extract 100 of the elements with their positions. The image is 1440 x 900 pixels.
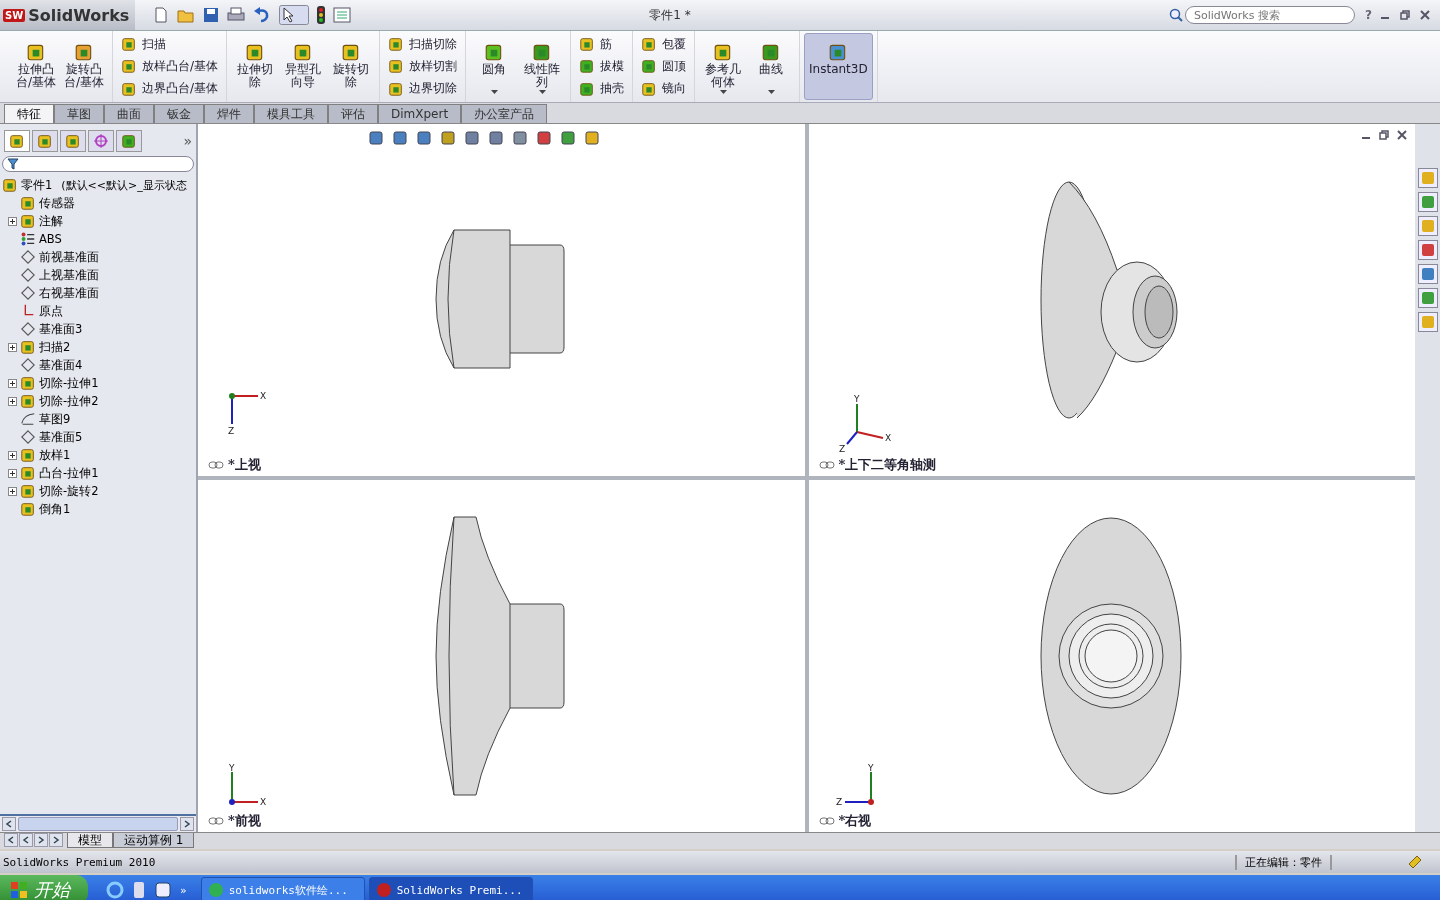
model-tab[interactable]: 模型	[67, 833, 113, 848]
tree-item[interactable]: 基准面4	[39, 357, 83, 373]
task-pane-tab[interactable]	[1417, 264, 1438, 284]
more-button[interactable]: »	[180, 883, 187, 897]
task-pane-tab[interactable]	[1417, 216, 1438, 236]
caret-icon[interactable]	[490, 90, 498, 94]
taskbar-button[interactable]: solidworks软件绘...	[200, 877, 365, 900]
property-tab[interactable]	[32, 130, 58, 152]
tree-item[interactable]: 前视基准面	[39, 249, 99, 265]
target-tab[interactable]	[88, 130, 114, 152]
tree-item[interactable]: 传感器	[39, 195, 75, 211]
appearance-tab[interactable]	[116, 130, 142, 152]
view-tool-icon[interactable]	[488, 130, 504, 146]
ribbon-button[interactable]: 曲线	[747, 33, 796, 100]
command-tab[interactable]: 曲面	[104, 104, 154, 123]
tree-item[interactable]: 草图9	[39, 411, 71, 427]
view-tool-icon[interactable]	[440, 130, 456, 146]
traffic-light-icon[interactable]	[317, 6, 325, 24]
restore-icon[interactable]	[1400, 10, 1410, 20]
ribbon-button[interactable]: 扫描切除	[384, 35, 462, 53]
expand-icon[interactable]	[8, 342, 17, 352]
new-document-icon[interactable]	[153, 7, 169, 23]
close-icon[interactable]	[1420, 10, 1430, 20]
ribbon-button[interactable]: 镜向	[637, 80, 691, 98]
caret-icon[interactable]	[719, 90, 727, 94]
nav-button[interactable]	[19, 833, 33, 847]
ribbon-button[interactable]: 线性阵列	[518, 33, 567, 100]
caret-icon[interactable]	[538, 90, 546, 94]
view-tool-icon[interactable]	[392, 130, 408, 146]
command-tab[interactable]: 焊件	[204, 104, 254, 123]
ribbon-button[interactable]: 抽壳	[575, 80, 629, 98]
expand-icon[interactable]	[8, 468, 17, 478]
view-tool-icon[interactable]	[512, 130, 528, 146]
ribbon-button[interactable]: 放样切割	[384, 58, 462, 75]
command-tab[interactable]: 特征	[4, 104, 54, 123]
nav-button[interactable]	[34, 833, 48, 847]
tree-item[interactable]: 凸台-拉伸1	[39, 465, 99, 481]
tree-item[interactable]: 切除-拉伸1	[39, 375, 99, 391]
ribbon-button[interactable]: 旋转凸台/基体	[60, 33, 108, 100]
ribbon-button[interactable]: 放样凸台/基体	[117, 58, 223, 75]
tree-item[interactable]: 切除-旋转2	[39, 483, 99, 499]
ribbon-button[interactable]: 圆顶	[637, 58, 691, 75]
task-pane-tab[interactable]	[1417, 168, 1438, 188]
filter-field[interactable]	[2, 156, 194, 172]
caret-icon[interactable]	[767, 90, 775, 94]
tree-item[interactable]: 右视基准面	[39, 285, 99, 301]
more-button[interactable]: »	[183, 133, 192, 149]
view-tool-icon[interactable]	[584, 130, 600, 146]
tree-item[interactable]: 注解	[39, 213, 63, 229]
expand-icon[interactable]	[8, 216, 17, 226]
search-field[interactable]: SolidWorks 搜索	[1185, 6, 1356, 24]
tree-item[interactable]: 切除-拉伸2	[39, 393, 99, 409]
command-tab[interactable]: 办公室产品	[461, 104, 548, 123]
ribbon-button[interactable]: 拉伸切除	[231, 33, 280, 100]
ribbon-button[interactable]: 圆角	[470, 33, 519, 100]
tag-icon[interactable]	[1407, 854, 1423, 870]
tree-item[interactable]: 基准面3	[39, 321, 83, 337]
view-tool-icon[interactable]	[560, 130, 576, 146]
view-tool-icon[interactable]	[416, 130, 432, 146]
tree-item[interactable]: 零件1	[21, 177, 53, 193]
tree-item[interactable]: 扫描2	[39, 339, 71, 355]
ribbon-button[interactable]: 扫描	[117, 35, 223, 53]
ribbon-button[interactable]: 拔模	[575, 58, 629, 75]
view-tool-icon[interactable]	[536, 130, 552, 146]
scrollbar-thumb[interactable]	[18, 817, 178, 831]
restore-icon[interactable]	[1379, 130, 1389, 140]
save-icon[interactable]	[203, 7, 219, 23]
task-pane-tab[interactable]	[1417, 240, 1438, 260]
nav-button[interactable]	[49, 833, 63, 847]
close-icon[interactable]	[1397, 130, 1407, 140]
scroll-left-button[interactable]	[2, 817, 16, 831]
ribbon-button[interactable]: 边界凸台/基体	[117, 80, 223, 98]
expand-icon[interactable]	[8, 450, 17, 460]
task-pane-tab[interactable]	[1417, 288, 1438, 308]
ribbon-button[interactable]: 筋	[575, 35, 629, 53]
pointer-icon[interactable]	[279, 5, 309, 25]
taskbar-button[interactable]: SolidWorks Premi...	[368, 877, 533, 900]
tree-item[interactable]: 原点	[39, 303, 63, 319]
command-tab[interactable]: 钣金	[154, 104, 204, 123]
feature-tree-tab[interactable]	[4, 130, 30, 152]
task-pane-tab[interactable]	[1417, 192, 1438, 212]
tree-item[interactable]: 倒角1	[39, 501, 71, 517]
tree-item[interactable]: 基准面5	[39, 429, 83, 445]
help-button[interactable]: ?	[1365, 8, 1372, 22]
ribbon-button[interactable]: 旋转切除	[327, 33, 376, 100]
list-icon[interactable]	[333, 7, 351, 23]
command-tab[interactable]: 评估	[328, 104, 378, 123]
expand-icon[interactable]	[8, 396, 17, 406]
tree-item[interactable]: ABS	[39, 232, 62, 246]
folder-icon[interactable]	[177, 7, 195, 23]
ribbon-button[interactable]: 拉伸凸台/基体	[12, 33, 60, 100]
expand-icon[interactable]	[8, 378, 17, 388]
ribbon-button[interactable]: 包覆	[637, 35, 691, 53]
nav-button[interactable]	[4, 833, 18, 847]
command-tab[interactable]: 模具工具	[254, 104, 328, 123]
tree-item[interactable]: 放样1	[39, 447, 71, 463]
ribbon-button[interactable]: 异型孔向导	[279, 33, 328, 100]
scroll-right-button[interactable]	[180, 817, 194, 831]
ribbon-button[interactable]: Instant3D	[804, 33, 873, 100]
ribbon-button[interactable]: 边界切除	[384, 80, 462, 98]
